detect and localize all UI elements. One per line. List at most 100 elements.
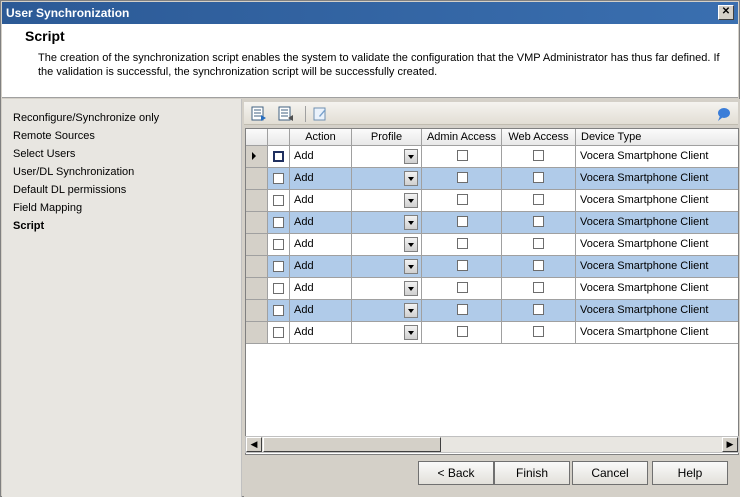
- table-row[interactable]: Add Vocera Smartphone Client: [246, 278, 738, 300]
- row-select-checkbox[interactable]: [273, 217, 284, 228]
- finish-button[interactable]: Finish: [494, 461, 570, 485]
- web-access-cell[interactable]: [502, 278, 576, 299]
- row-selector[interactable]: [246, 212, 268, 233]
- action-cell[interactable]: Add: [290, 322, 352, 343]
- row-selector[interactable]: [246, 322, 268, 343]
- row-select-cell[interactable]: [268, 234, 290, 255]
- web-access-cell[interactable]: [502, 190, 576, 211]
- action-cell[interactable]: Add: [290, 234, 352, 255]
- admin-access-checkbox[interactable]: [457, 172, 468, 183]
- row-select-checkbox[interactable]: [273, 239, 284, 250]
- web-access-cell[interactable]: [502, 322, 576, 343]
- scroll-left-button[interactable]: ◀: [246, 437, 262, 452]
- web-access-cell[interactable]: [502, 146, 576, 167]
- row-selector[interactable]: [246, 278, 268, 299]
- nav-item-remote-sources[interactable]: Remote Sources: [13, 130, 95, 142]
- admin-access-cell[interactable]: [422, 256, 502, 277]
- column-header-admin-access[interactable]: Admin Access: [422, 129, 502, 146]
- admin-access-cell[interactable]: [422, 300, 502, 321]
- action-cell[interactable]: Add: [290, 278, 352, 299]
- chevron-down-icon[interactable]: [404, 149, 418, 164]
- row-select-cell[interactable]: [268, 256, 290, 277]
- row-select-checkbox[interactable]: [273, 327, 284, 338]
- action-cell[interactable]: Add: [290, 212, 352, 233]
- web-access-checkbox[interactable]: [533, 238, 544, 249]
- device-type-cell[interactable]: Vocera Smartphone Client: [576, 256, 738, 277]
- admin-access-cell[interactable]: [422, 168, 502, 189]
- nav-item-reconfigure[interactable]: Reconfigure/Synchronize only: [13, 112, 159, 124]
- nav-item-default-dl-permissions[interactable]: Default DL permissions: [13, 184, 126, 196]
- cancel-button[interactable]: Cancel: [572, 461, 648, 485]
- web-access-checkbox[interactable]: [533, 282, 544, 293]
- edit-icon[interactable]: [312, 106, 328, 122]
- web-access-checkbox[interactable]: [533, 150, 544, 161]
- row-select-cell[interactable]: [268, 278, 290, 299]
- device-type-cell[interactable]: Vocera Smartphone Client: [576, 168, 738, 189]
- action-cell[interactable]: Add: [290, 300, 352, 321]
- back-button[interactable]: < Back: [418, 461, 494, 485]
- admin-access-cell[interactable]: [422, 278, 502, 299]
- row-select-cell[interactable]: [268, 212, 290, 233]
- column-header-device-type[interactable]: Device Type: [576, 129, 738, 146]
- row-selector[interactable]: [246, 300, 268, 321]
- table-row[interactable]: Add Vocera Smartphone Client: [246, 168, 738, 190]
- web-access-cell[interactable]: [502, 168, 576, 189]
- row-select-cell[interactable]: [268, 146, 290, 167]
- row-select-checkbox[interactable]: [273, 261, 284, 272]
- admin-access-checkbox[interactable]: [457, 282, 468, 293]
- column-header-profile[interactable]: Profile: [352, 129, 422, 146]
- admin-access-cell[interactable]: [422, 146, 502, 167]
- action-cell[interactable]: Add: [290, 146, 352, 167]
- chevron-down-icon[interactable]: [404, 259, 418, 274]
- web-access-checkbox[interactable]: [533, 326, 544, 337]
- column-header-web-access[interactable]: Web Access: [502, 129, 576, 146]
- row-selector[interactable]: [246, 234, 268, 255]
- web-access-checkbox[interactable]: [533, 216, 544, 227]
- admin-access-checkbox[interactable]: [457, 150, 468, 161]
- admin-access-checkbox[interactable]: [457, 194, 468, 205]
- chevron-down-icon[interactable]: [404, 171, 418, 186]
- admin-access-cell[interactable]: [422, 212, 502, 233]
- scroll-thumb[interactable]: [263, 437, 441, 452]
- device-type-cell[interactable]: Vocera Smartphone Client: [576, 322, 738, 343]
- web-access-checkbox[interactable]: [533, 304, 544, 315]
- scroll-right-button[interactable]: ▶: [722, 437, 738, 452]
- row-select-checkbox[interactable]: [273, 195, 284, 206]
- row-selector[interactable]: [246, 168, 268, 189]
- table-row[interactable]: Add Vocera Smartphone Client: [246, 256, 738, 278]
- action-cell[interactable]: Add: [290, 256, 352, 277]
- web-access-cell[interactable]: [502, 300, 576, 321]
- grid-import-icon[interactable]: [278, 106, 294, 122]
- admin-access-checkbox[interactable]: [457, 326, 468, 337]
- row-select-checkbox[interactable]: [273, 305, 284, 316]
- nav-item-script[interactable]: Script: [13, 220, 44, 232]
- nav-item-select-users[interactable]: Select Users: [13, 148, 75, 160]
- row-select-cell[interactable]: [268, 168, 290, 189]
- chevron-down-icon[interactable]: [404, 303, 418, 318]
- close-button[interactable]: ✕: [718, 5, 734, 20]
- row-select-cell[interactable]: [268, 190, 290, 211]
- device-type-cell[interactable]: Vocera Smartphone Client: [576, 212, 738, 233]
- chevron-down-icon[interactable]: [404, 215, 418, 230]
- web-access-checkbox[interactable]: [533, 172, 544, 183]
- action-cell[interactable]: Add: [290, 168, 352, 189]
- row-select-checkbox[interactable]: [273, 173, 284, 184]
- device-type-cell[interactable]: Vocera Smartphone Client: [576, 146, 738, 167]
- device-type-cell[interactable]: Vocera Smartphone Client: [576, 190, 738, 211]
- device-type-cell[interactable]: Vocera Smartphone Client: [576, 234, 738, 255]
- chevron-down-icon[interactable]: [404, 193, 418, 208]
- admin-access-cell[interactable]: [422, 234, 502, 255]
- device-type-cell[interactable]: Vocera Smartphone Client: [576, 278, 738, 299]
- table-row[interactable]: Add Vocera Smartphone Client: [246, 322, 738, 344]
- admin-access-checkbox[interactable]: [457, 304, 468, 315]
- device-type-cell[interactable]: Vocera Smartphone Client: [576, 300, 738, 321]
- table-row[interactable]: Add Vocera Smartphone Client: [246, 190, 738, 212]
- row-selector[interactable]: [246, 256, 268, 277]
- nav-item-field-mapping[interactable]: Field Mapping: [13, 202, 82, 214]
- web-access-cell[interactable]: [502, 256, 576, 277]
- row-select-checkbox[interactable]: [273, 151, 284, 162]
- admin-access-checkbox[interactable]: [457, 216, 468, 227]
- row-select-cell[interactable]: [268, 300, 290, 321]
- web-access-cell[interactable]: [502, 212, 576, 233]
- chevron-down-icon[interactable]: [404, 281, 418, 296]
